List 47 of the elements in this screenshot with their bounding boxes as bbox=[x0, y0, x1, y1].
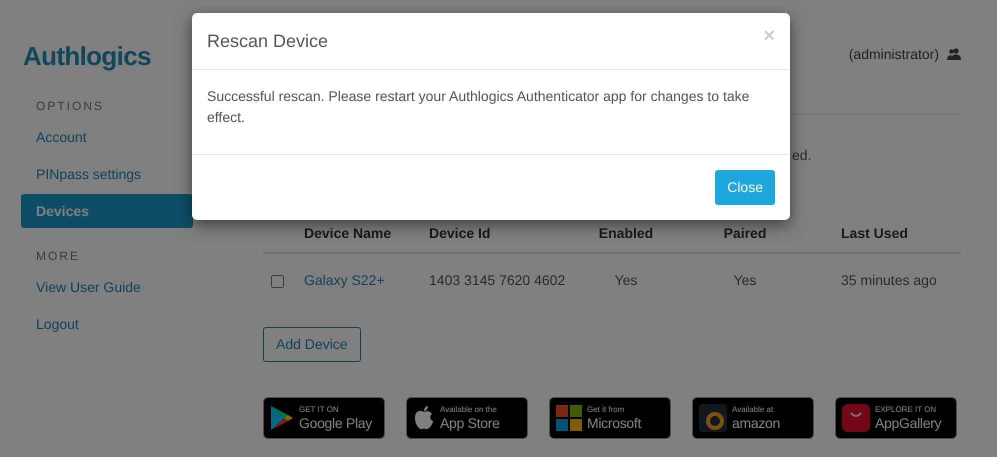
user-role: (administrator) bbox=[848, 44, 939, 64]
section-heading: MORE bbox=[35, 248, 81, 265]
table-cell: Yes bbox=[576, 253, 676, 307]
store-badge[interactable]: Get it from Microsoft bbox=[549, 397, 671, 439]
bag-icon bbox=[842, 404, 870, 432]
badge-caption: EXPLORE IT ON bbox=[875, 406, 938, 414]
badge-store-name: Google Play bbox=[299, 416, 372, 430]
notice-text: ed. bbox=[792, 146, 812, 165]
dialog-title: Rescan Device bbox=[207, 30, 328, 52]
play-triangle-icon bbox=[270, 405, 294, 431]
table-cell: Yes bbox=[676, 253, 814, 307]
sidebar-item[interactable]: Logout bbox=[21, 307, 193, 341]
row-checkbox[interactable] bbox=[271, 274, 284, 288]
sidebar-item[interactable]: View User Guide bbox=[21, 270, 193, 304]
sidebar-item[interactable]: PINpass settings bbox=[21, 157, 193, 191]
badge-store-name: AppGallery bbox=[875, 416, 942, 430]
sidebar-item[interactable]: Devices bbox=[21, 194, 193, 228]
add-device-button[interactable]: Add Device bbox=[263, 327, 361, 362]
users-icon[interactable] bbox=[947, 48, 961, 60]
app-tile-icon bbox=[699, 404, 727, 432]
column-header: Device Id bbox=[429, 215, 576, 253]
store-badge[interactable]: GET IT ON Google Play bbox=[263, 397, 385, 439]
section-heading: OPTIONS bbox=[35, 98, 106, 115]
close-button[interactable]: × bbox=[763, 26, 775, 46]
store-badge[interactable]: Available at amazon bbox=[692, 397, 814, 439]
column-header: Last Used bbox=[814, 215, 961, 253]
device-link[interactable]: Galaxy S22+ bbox=[304, 272, 385, 288]
dialog-message: Successful rescan. Please restart your Authlogics Authenticator app for changes to take effect. bbox=[207, 87, 750, 127]
badge-caption: Get it from bbox=[587, 406, 626, 414]
table-cell: 1403 3145 7620 4602 bbox=[429, 253, 576, 307]
column-header: Enabled bbox=[576, 215, 676, 253]
badge-store-name: amazon bbox=[732, 416, 780, 430]
column-header: Device Name bbox=[304, 215, 429, 253]
store-badge[interactable]: Available on the App Store bbox=[406, 397, 528, 439]
badge-store-name: App Store bbox=[440, 416, 500, 430]
apple-icon bbox=[413, 405, 435, 431]
store-badge[interactable]: EXPLORE IT ON AppGallery bbox=[835, 397, 957, 439]
badge-caption: GET IT ON bbox=[299, 406, 340, 414]
logo: Authlogics bbox=[22, 40, 152, 72]
badge-store-name: Microsoft bbox=[587, 416, 642, 430]
windows-tiles-icon bbox=[556, 405, 582, 431]
table-cell: 35 minutes ago bbox=[814, 253, 961, 307]
badge-caption: Available on the bbox=[440, 406, 498, 414]
sidebar-item[interactable]: Account bbox=[21, 120, 193, 154]
badge-caption: Available at bbox=[732, 406, 774, 414]
close-dialog-button[interactable]: Close bbox=[715, 170, 775, 205]
column-header: Paired bbox=[676, 215, 814, 253]
